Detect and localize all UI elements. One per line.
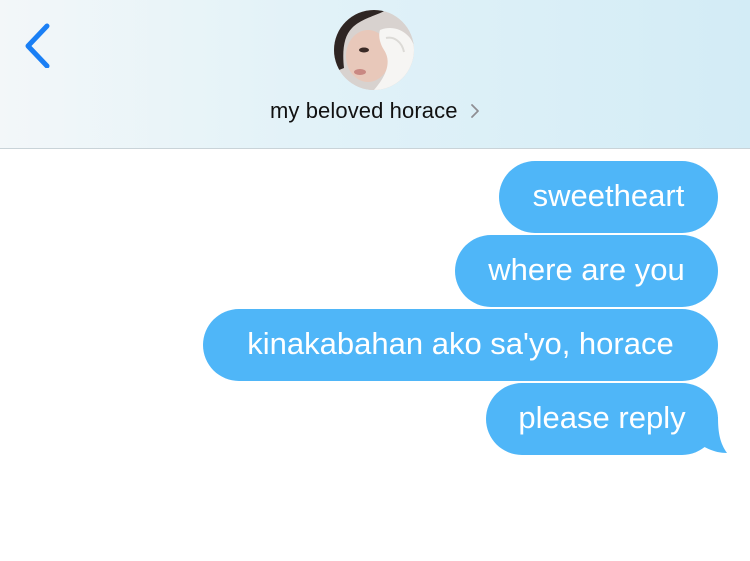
message-thread[interactable]: sweetheart where are you kinakabahan ako… bbox=[0, 149, 750, 561]
message-text: kinakabahan ako sa'yo, horace bbox=[247, 326, 674, 361]
avatar[interactable] bbox=[334, 10, 414, 90]
chevron-right-icon bbox=[471, 104, 479, 118]
message-bubble[interactable]: where are you bbox=[455, 235, 718, 307]
contact-name-row[interactable]: my beloved horace bbox=[0, 98, 750, 128]
message-bubble[interactable]: please reply bbox=[486, 383, 718, 455]
message-text: please reply bbox=[518, 400, 686, 435]
message-text: sweetheart bbox=[532, 178, 685, 213]
message-bubble[interactable]: sweetheart bbox=[499, 161, 718, 233]
message-bubble[interactable]: kinakabahan ako sa'yo, horace bbox=[203, 309, 718, 381]
bubble-tail bbox=[694, 417, 727, 453]
contact-photo bbox=[334, 10, 414, 90]
conversation-header: my beloved horace bbox=[0, 0, 750, 149]
chevron-left-icon bbox=[25, 23, 50, 69]
back-button[interactable] bbox=[18, 20, 62, 69]
message-text: where are you bbox=[488, 252, 685, 287]
contact-name: my beloved horace bbox=[269, 98, 458, 123]
